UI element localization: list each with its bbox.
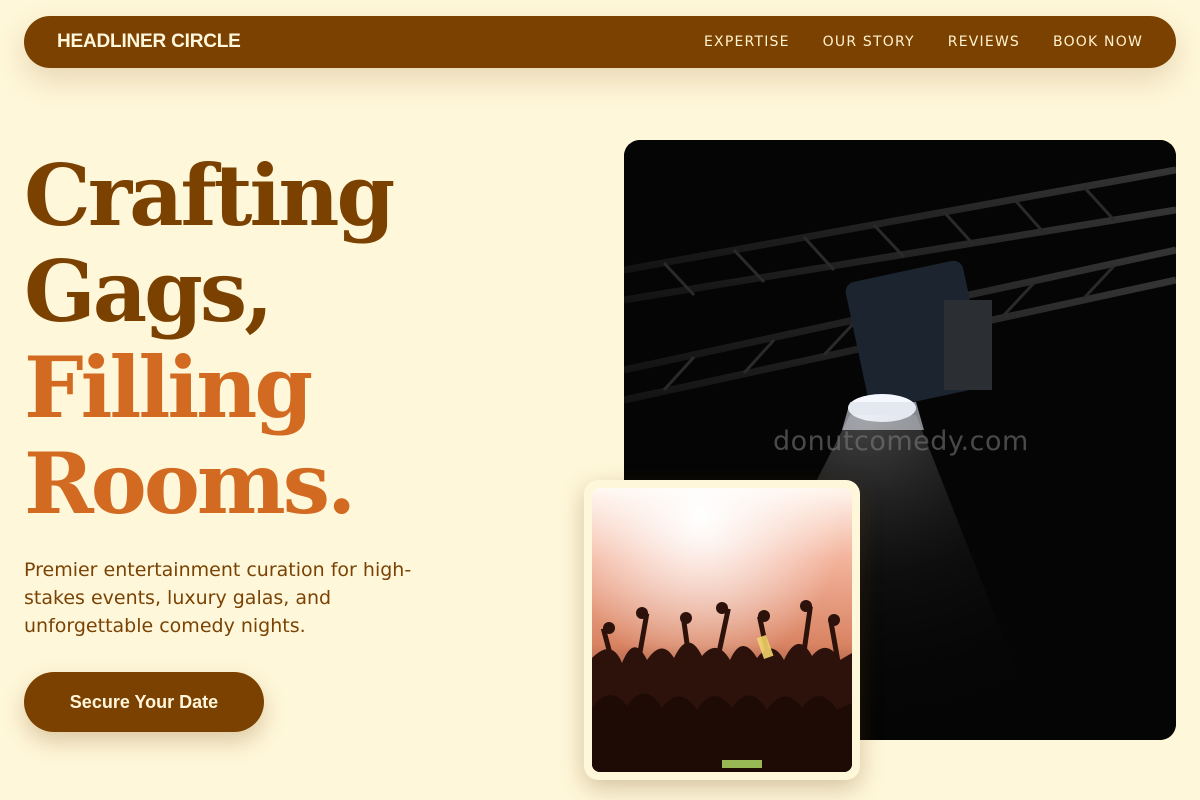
nav-link-book-now[interactable]: BOOK NOW: [1053, 34, 1143, 50]
headline-line-1: Crafting: [24, 146, 395, 245]
hero-headline: Crafting Gags, Filling Rooms.: [24, 146, 395, 533]
nav-menu: EXPERTISE OUR STORY REVIEWS BOOK NOW: [704, 34, 1143, 50]
hero-subtitle: Premier entertainment curation for high-…: [24, 559, 412, 637]
concert-crowd-photo-icon: [592, 488, 852, 772]
top-nav-bar: HEADLINER CIRCLE EXPERTISE OUR STORY REV…: [24, 16, 1176, 68]
headline-line-2: Gags,: [24, 242, 273, 341]
nav-link-expertise[interactable]: EXPERTISE: [704, 34, 790, 50]
headline-line-4: Rooms.: [24, 434, 356, 533]
nav-link-our-story[interactable]: OUR STORY: [823, 34, 915, 50]
crowd-photo-card: [584, 480, 860, 780]
brand-logo[interactable]: HEADLINER CIRCLE: [57, 31, 241, 53]
secure-your-date-button[interactable]: Secure Your Date: [24, 672, 264, 732]
concert-crowd-image: [592, 488, 852, 772]
nav-link-reviews[interactable]: REVIEWS: [948, 34, 1020, 50]
watermark-text: donutcomedy.com: [773, 426, 1029, 457]
headline-line-3: Filling: [24, 338, 313, 437]
